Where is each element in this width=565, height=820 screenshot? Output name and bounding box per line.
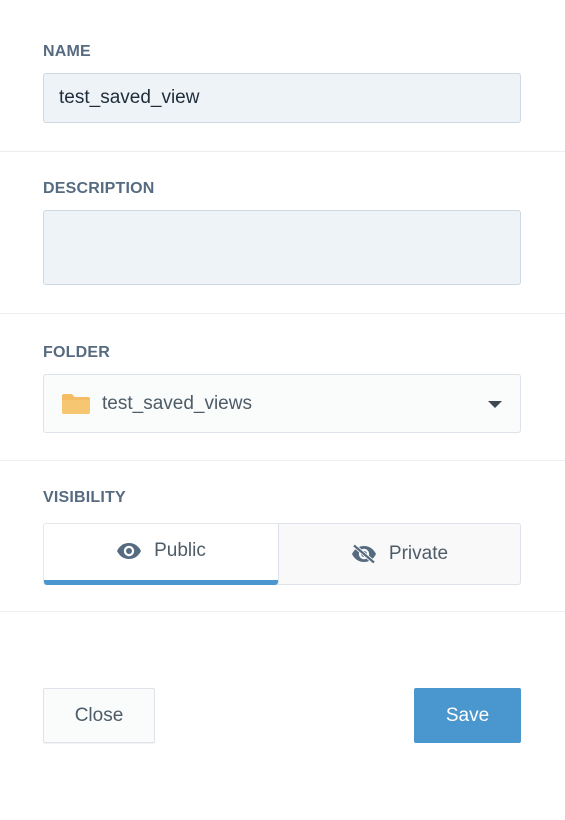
dialog-footer: Close Save xyxy=(43,688,521,743)
name-label: NAME xyxy=(43,43,91,60)
visibility-public-label: Public xyxy=(154,540,206,561)
visibility-private-option[interactable]: Private xyxy=(278,523,521,585)
folder-label: FOLDER xyxy=(43,344,110,361)
folder-select-value: test_saved_views xyxy=(102,392,252,414)
visibility-public-option[interactable]: Public xyxy=(43,523,278,585)
eye-slash-icon xyxy=(351,544,377,564)
description-textarea[interactable] xyxy=(43,210,521,285)
visibility-private-label: Private xyxy=(388,543,449,564)
folder-icon xyxy=(61,393,91,415)
eye-icon xyxy=(116,542,142,560)
folder-select[interactable]: test_saved_views xyxy=(43,374,521,433)
folder-section: FOLDER test_saved_views xyxy=(0,314,565,461)
chevron-down-icon[interactable] xyxy=(488,400,502,408)
name-section: NAME test_saved_view xyxy=(0,0,565,152)
save-button[interactable]: Save xyxy=(414,688,521,743)
description-label: DESCRIPTION xyxy=(43,180,155,197)
close-button[interactable]: Close xyxy=(43,688,155,743)
saved-view-dialog: NAME test_saved_view DESCRIPTION FOLDER … xyxy=(0,0,565,820)
visibility-toggle-group: Public Private xyxy=(43,523,521,586)
visibility-section: VISIBILITY Public Private xyxy=(0,461,565,612)
selected-indicator xyxy=(44,580,278,585)
name-input[interactable]: test_saved_view xyxy=(43,73,521,123)
description-section: DESCRIPTION xyxy=(0,152,565,314)
visibility-label: VISIBILITY xyxy=(43,489,126,506)
